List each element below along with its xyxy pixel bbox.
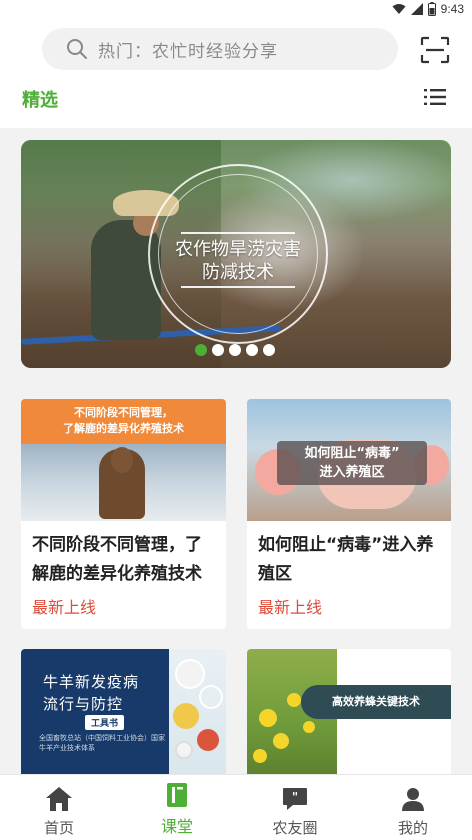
carousel-indicator [195,344,275,356]
signal-icon [410,3,423,15]
banner-title: 农作物旱涝灾害 防减技术 [148,238,328,284]
thumb-label: 高效养蜂关键技术 [301,685,451,719]
status-bar: 9:43 [0,0,472,22]
header: 热门：农忙时经验分享 精选 [0,22,472,128]
course-card[interactable]: 不同阶段不同管理， 了解鹿的差异化养殖技术 不同阶段不同管理，了解鹿的差异化养殖… [21,399,226,629]
book-icon [167,783,187,807]
pill-shape [175,659,205,689]
list-icon[interactable] [424,88,446,106]
nav-label: 农友圈 [272,819,318,837]
banner-divider-bottom [181,286,295,288]
tab-featured[interactable]: 精选 [22,86,58,112]
course-thumbnail: 不同阶段不同管理， 了解鹿的差异化养殖技术 [21,399,226,521]
flower-shape [287,693,301,707]
nav-label: 我的 [397,819,428,837]
search-placeholder: 热门：农忙时经验分享 [98,41,278,62]
course-title: 如何阻止“病毒”进入养殖区 [258,535,434,584]
battery-icon [427,2,436,16]
status-time: 9:43 [440,2,464,16]
thumb-badge: 工具书 [85,715,125,730]
search-icon [67,39,87,59]
carousel-dot[interactable] [263,344,275,356]
thumb-text-line1: 不同阶段不同管理， [74,406,173,419]
nav-label: 课堂 [160,817,193,836]
pill-shape [175,741,193,759]
banner-title-line1: 农作物旱涝灾害 [175,239,301,260]
thumb-text-line2: 了解鹿的差异化养殖技术 [63,422,184,435]
pill-shape [199,685,223,709]
banner-title-line2: 防减技术 [202,262,274,283]
thumb-header: 不同阶段不同管理， 了解鹿的差异化养殖技术 [21,399,226,444]
banner-divider-top [181,232,295,234]
thumb-text-line2: 进入养殖区 [319,465,385,480]
flower-shape [273,733,289,749]
course-card[interactable]: 如何阻止“病毒” 进入养殖区 如何阻止“病毒”进入养殖区 最新上线 [247,399,451,629]
status-icons: 9:43 [392,2,464,16]
carousel-dot[interactable] [229,344,241,356]
pill-shape [173,703,199,729]
course-card[interactable]: 牛羊新发疫病 流行与防控 工具书 全国畜牧总站（中国饲料工业协会）国家牛羊产业技… [21,649,226,779]
thumb-text-line1: 如何阻止“病毒” [304,446,400,461]
thumb-text: 不同阶段不同管理， 了解鹿的差异化养殖技术 [21,405,226,437]
pill-shape [197,729,219,751]
svg-text:": " [292,790,298,804]
scan-icon[interactable] [420,36,450,64]
user-icon [402,788,424,811]
nav-item-home[interactable]: 首页 [0,775,118,840]
wifi-icon [392,4,406,14]
nav-item-classroom[interactable]: 课堂 [118,775,236,840]
banner-carousel[interactable]: 农作物旱涝灾害 防减技术 [21,140,451,368]
carousel-dot[interactable] [246,344,258,356]
course-thumbnail: 如何阻止“病毒” 进入养殖区 [247,399,451,521]
thumb-text: 如何阻止“病毒” 进入养殖区 [277,441,427,485]
bottom-navigation: 首页 课堂 " 农友圈 我的 [0,774,472,840]
thumb-title-line1: 牛羊新发疫病 [43,673,140,691]
carousel-dot[interactable] [195,344,207,356]
flower-shape [303,721,315,733]
home-icon [46,787,72,811]
thumb-title: 牛羊新发疫病 流行与防控 [43,671,139,715]
thumb-title-line2: 流行与防控 [43,695,124,713]
new-tag: 最新上线 [258,598,323,617]
nav-label: 首页 [43,819,74,837]
search-input[interactable]: 热门：农忙时经验分享 [42,28,398,70]
flower-shape [259,709,277,727]
chat-quote-icon: " [283,788,307,810]
nav-item-community[interactable]: " 农友圈 [236,775,354,840]
flower-shape [253,749,267,763]
deer-head-image [111,447,133,473]
pills-image [169,649,226,779]
book-cover: 牛羊新发疫病 流行与防控 工具书 全国畜牧总站（中国饲料工业协会）国家牛羊产业技… [21,649,169,779]
nav-item-profile[interactable]: 我的 [354,775,472,840]
thumb-publisher: 全国畜牧总站（中国饲料工业协会）国家牛羊产业技术体系 [39,734,165,752]
new-tag: 最新上线 [32,598,97,617]
course-card[interactable]: 高效养蜂关键技术 [247,649,451,779]
course-title: 不同阶段不同管理，了解鹿的差异化养殖技术 [32,535,202,584]
carousel-dot[interactable] [212,344,224,356]
